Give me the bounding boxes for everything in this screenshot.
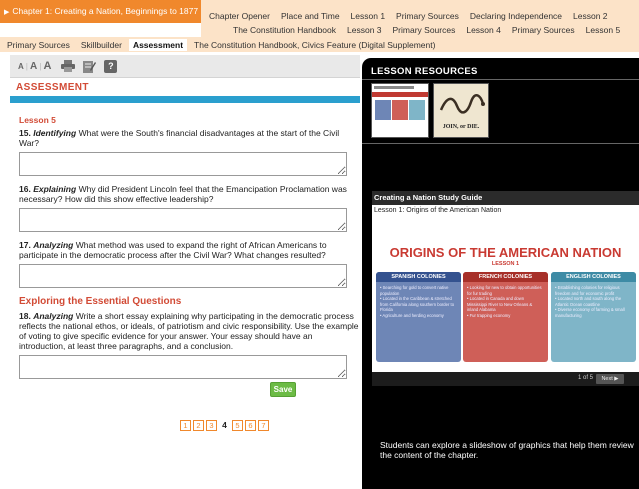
nav-constitution-handbook[interactable]: The Constitution Handbook — [233, 24, 336, 37]
column-heading: SPANISH COLONIES — [376, 272, 461, 282]
question-15: 15. Identifying What were the South's fi… — [19, 128, 359, 148]
divider: | — [25, 61, 28, 71]
nav-civics-feature[interactable]: The Constitution Handbook, Civics Featur… — [194, 40, 435, 50]
spanish-colonies-column: SPANISH COLONIES • Searching for gold to… — [376, 272, 461, 362]
question-17: 17. Analyzing What method was used to ex… — [19, 240, 359, 260]
question-number: 17. — [19, 240, 31, 250]
column-body: • Looking for new to obtain opportunitie… — [467, 285, 542, 318]
toolbar: A | A | A ? — [10, 55, 360, 78]
thumbnail-column — [392, 100, 408, 120]
divider — [362, 79, 639, 80]
nav-chapter-opener[interactable]: Chapter Opener — [209, 10, 270, 23]
nav-assessment[interactable]: Assessment — [128, 38, 188, 51]
slide-header: Creating a Nation Study Guide — [372, 191, 639, 205]
page-link-5[interactable]: 5 — [232, 420, 243, 431]
column-body: • Searching for gold to convert native p… — [380, 285, 455, 318]
nav-lesson-5[interactable]: Lesson 5 — [586, 24, 621, 37]
page-link-6[interactable]: 6 — [245, 420, 256, 431]
column-body: • Establishing colonies for religious fr… — [555, 285, 625, 318]
page-link-3[interactable]: 3 — [206, 420, 217, 431]
divider — [362, 143, 639, 144]
answer-field-17[interactable] — [19, 264, 347, 288]
nav-place-and-time[interactable]: Place and Time — [281, 10, 340, 23]
english-colonies-column: ENGLISH COLONIES • Establishing colonies… — [551, 272, 636, 362]
chapter-tab-label: Chapter 1: Creating a Nation, Beginnings… — [12, 6, 199, 16]
thumbnail-title-stripe — [372, 92, 428, 97]
nav-lesson-2[interactable]: Lesson 2 — [573, 10, 608, 23]
slide-subheader: Lesson 1: Origins of the American Nation — [372, 205, 639, 217]
answer-field-16[interactable] — [19, 208, 347, 232]
next-slide-button[interactable]: Next ▶ — [596, 374, 624, 384]
question-18: 18. Analyzing Write a short essay explai… — [19, 311, 359, 351]
notes-icon[interactable] — [83, 60, 97, 73]
column-heading: FRENCH COLONIES — [463, 272, 548, 282]
font-large-button[interactable]: A — [43, 60, 51, 72]
divider: | — [39, 61, 42, 71]
thumbnail-heading-bar — [374, 86, 414, 89]
nav-primary-sources-1[interactable]: Primary Sources — [396, 10, 459, 23]
question-skill: Identifying — [33, 128, 77, 138]
assessment-panel: A | A | A ? ASSESSMENT Lesson 5 15. Iden… — [10, 55, 360, 489]
triangle-right-icon: ▶ — [4, 9, 10, 16]
save-button[interactable]: Save — [270, 382, 296, 397]
nav-primary-sources-3[interactable]: Primary Sources — [393, 24, 456, 37]
resource-thumbnail-join-or-die[interactable]: JOIN, or DIE. — [433, 83, 489, 138]
thumbnail-column — [375, 100, 391, 120]
nav-lesson-1[interactable]: Lesson 1 — [351, 10, 386, 23]
help-icon[interactable]: ? — [104, 59, 118, 73]
thumbnail-column — [409, 100, 425, 120]
lesson-resources-panel: LESSON RESOURCES JOIN, or DIE. Creating … — [362, 58, 639, 489]
question-number: 15. — [19, 128, 31, 138]
thumbnail-caption: JOIN, or DIE. — [442, 124, 480, 130]
lesson-label: Lesson 5 — [19, 115, 56, 125]
assessment-title: ASSESSMENT — [16, 82, 89, 93]
nav-primary-sources-5[interactable]: Primary Sources — [7, 40, 70, 50]
nav-declaring-independence[interactable]: Declaring Independence — [470, 10, 562, 23]
print-icon[interactable] — [61, 60, 76, 72]
section-nav: Chapter Opener Place and Time Lesson 1 P… — [201, 0, 639, 37]
subsection-nav: Primary Sources Skillbuilder Assessment … — [0, 37, 639, 52]
slide-footer: 1 of 5 Next ▶ — [372, 372, 639, 386]
slide-counter: 1 of 5 — [577, 375, 593, 381]
pagination: 1 2 3 4 5 6 7 — [180, 420, 271, 431]
font-small-button[interactable]: A — [18, 62, 24, 71]
nav-lesson-4[interactable]: Lesson 4 — [466, 24, 501, 37]
resources-caption: Students can explore a slideshow of grap… — [380, 440, 634, 460]
column-heading: ENGLISH COLONIES — [551, 272, 636, 282]
answer-field-18[interactable] — [19, 355, 347, 379]
slide-lesson-label: LESSON 1 — [491, 261, 520, 267]
resource-thumbnail-study-guide[interactable] — [371, 83, 429, 138]
nav-lesson-3[interactable]: Lesson 3 — [347, 24, 382, 37]
font-medium-button[interactable]: A — [30, 61, 37, 72]
french-colonies-column: FRENCH COLONIES • Looking for new to obt… — [463, 272, 548, 362]
answer-field-15[interactable] — [19, 152, 347, 176]
font-size-controls: A | A | A — [18, 60, 51, 72]
essential-questions-heading: Exploring the Essential Questions — [19, 296, 182, 307]
nav-primary-sources-4[interactable]: Primary Sources — [512, 24, 575, 37]
question-number: 16. — [19, 184, 31, 194]
nav-line-2: The Constitution Handbook Lesson 3 Prima… — [233, 24, 631, 37]
chapter-tab[interactable]: ▶ Chapter 1: Creating a Nation, Beginning… — [0, 0, 201, 23]
page-link-1[interactable]: 1 — [180, 420, 191, 431]
question-skill: Explaining — [33, 184, 77, 194]
slideshow-viewer: Creating a Nation Study Guide Lesson 1: … — [372, 191, 639, 386]
question-number: 18. — [19, 311, 31, 321]
page-link-7[interactable]: 7 — [258, 420, 269, 431]
question-16: 16. Explaining Why did President Lincoln… — [19, 184, 359, 204]
page-current: 4 — [222, 420, 227, 430]
slide-title: ORIGINS OF THE AMERICAN NATION — [389, 245, 622, 260]
nav-skillbuilder[interactable]: Skillbuilder — [81, 40, 122, 50]
page-link-2[interactable]: 2 — [193, 420, 204, 431]
assessment-divider-bar — [10, 96, 360, 103]
resources-title: LESSON RESOURCES — [371, 66, 478, 77]
question-list: Lesson 5 15. Identifying What were the S… — [19, 115, 359, 387]
snake-cartoon-image — [439, 94, 485, 114]
question-skill: Analyzing — [33, 311, 74, 321]
question-skill: Analyzing — [33, 240, 74, 250]
nav-line-1: Chapter Opener Place and Time Lesson 1 P… — [209, 10, 619, 23]
slide-content: ORIGINS OF THE AMERICAN NATION LESSON 1 … — [372, 217, 639, 372]
